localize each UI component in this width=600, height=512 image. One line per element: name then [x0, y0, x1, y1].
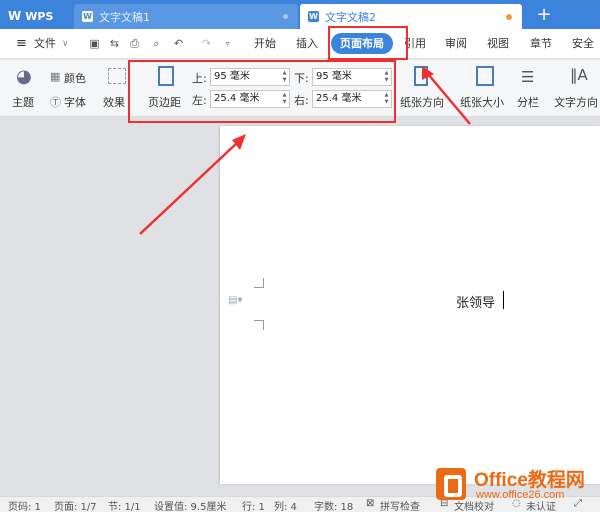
watermark-url: www.office26.com — [476, 489, 565, 501]
spell-check-icon[interactable]: ⊠ — [366, 498, 374, 509]
status-setting: 设置值: 9.5厘米 — [154, 502, 227, 512]
arrow-to-margins — [139, 141, 239, 235]
arrow-head-icon — [232, 134, 246, 150]
status-words: 字数: 18 — [314, 502, 354, 512]
watermark: Office教程网 www.office26.com — [432, 464, 600, 504]
status-pages: 页面: 1/7 — [54, 502, 97, 512]
arrow-to-page-layout — [427, 73, 471, 125]
status-row: 行: 1 — [242, 502, 265, 512]
status-col: 列: 4 — [274, 502, 297, 512]
watermark-title: Office教程网 — [474, 470, 585, 491]
spell-check-button[interactable]: 拼写检查 — [380, 498, 420, 512]
office-logo-icon — [436, 468, 466, 500]
annotation-arrows — [139, 66, 471, 235]
status-section: 节: 1/1 — [108, 502, 141, 512]
status-page: 页码: 1 — [8, 502, 41, 512]
